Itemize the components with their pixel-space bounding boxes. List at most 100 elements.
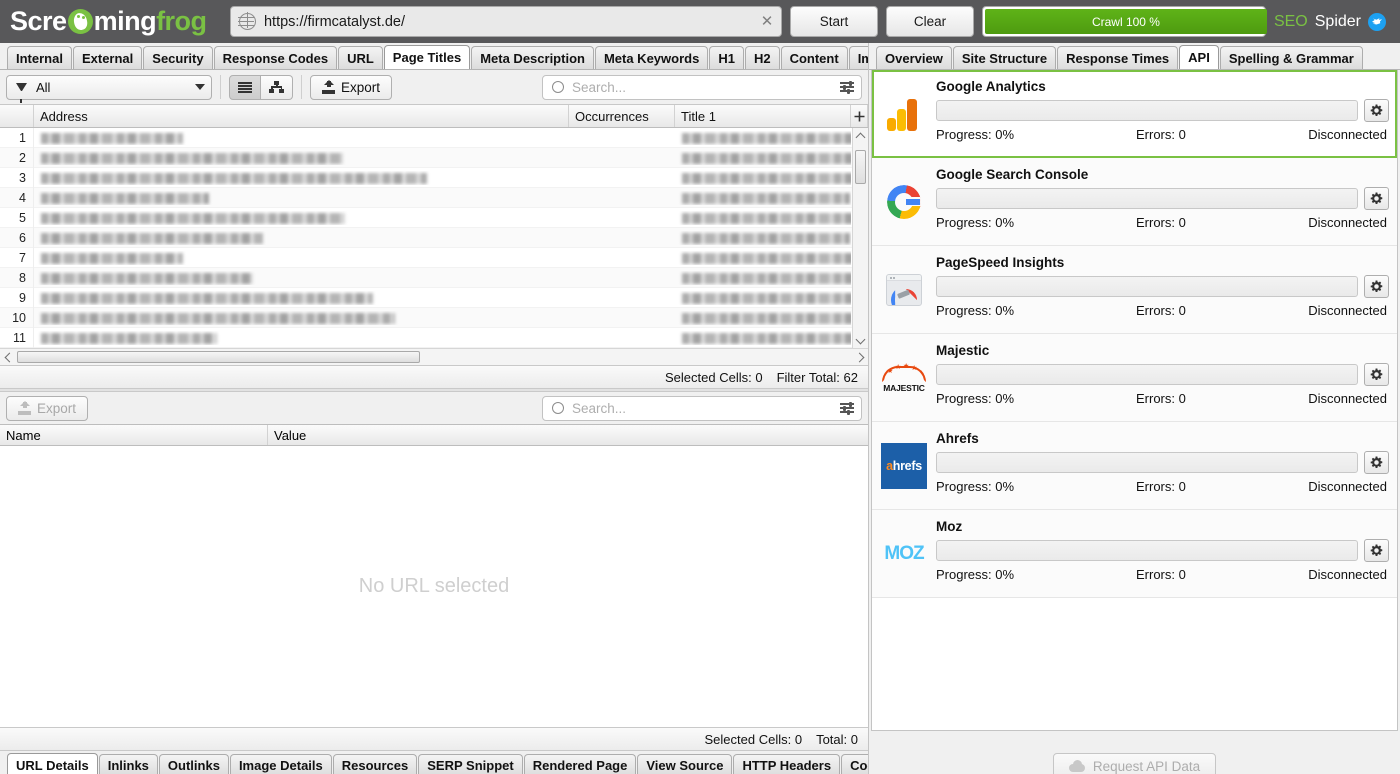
cell-title1[interactable] — [675, 231, 851, 245]
clear-url-icon[interactable]: ✕ — [759, 14, 775, 30]
api-configure-button[interactable] — [1364, 275, 1389, 298]
api-service-row[interactable]: ★★★★MAJESTICMajesticProgress: 0%Errors: … — [872, 334, 1397, 422]
tab-url[interactable]: URL — [338, 46, 383, 69]
api-configure-button[interactable] — [1364, 451, 1389, 474]
tab-meta-description[interactable]: Meta Description — [471, 46, 594, 69]
view-mode-toggle[interactable] — [229, 75, 293, 100]
bottom-tab-outlinks[interactable]: Outlinks — [159, 754, 229, 774]
table-row[interactable]: 8 — [0, 268, 868, 288]
cell-title1[interactable] — [675, 171, 851, 185]
detail-export-button[interactable]: Export — [6, 396, 88, 421]
bottom-tab-view-source[interactable]: View Source — [637, 754, 732, 774]
clear-button[interactable]: Clear — [886, 6, 974, 37]
api-configure-button[interactable] — [1364, 539, 1389, 562]
api-configure-button[interactable] — [1364, 99, 1389, 122]
table-body[interactable]: 1234567891011 — [0, 128, 868, 348]
api-service-row[interactable]: PageSpeed InsightsProgress: 0%Errors: 0D… — [872, 246, 1397, 334]
bottom-tab-rendered-page[interactable]: Rendered Page — [524, 754, 637, 774]
cell-address[interactable] — [34, 251, 569, 265]
table-header-title1[interactable]: Title 1 — [675, 105, 851, 127]
cell-address[interactable] — [34, 311, 569, 325]
search-options-icon[interactable] — [840, 81, 854, 93]
tab-response-codes[interactable]: Response Codes — [214, 46, 337, 69]
bottom-tab-url-details[interactable]: URL Details — [7, 753, 98, 774]
scroll-left-icon[interactable] — [0, 354, 16, 361]
list-view-button[interactable] — [229, 75, 261, 100]
cell-title1[interactable] — [675, 311, 851, 325]
cell-address[interactable] — [34, 131, 569, 145]
bottom-tab-serp-snippet[interactable]: SERP Snippet — [418, 754, 522, 774]
cell-title1[interactable] — [675, 251, 851, 265]
tab-h1[interactable]: H1 — [709, 46, 744, 69]
detail-search-box[interactable]: Search... — [542, 396, 862, 421]
table-row[interactable]: 5 — [0, 208, 868, 228]
table-row[interactable]: 7 — [0, 248, 868, 268]
tab-page-titles[interactable]: Page Titles — [384, 45, 470, 69]
cell-address[interactable] — [34, 191, 569, 205]
cell-address[interactable] — [34, 171, 569, 185]
cell-address[interactable] — [34, 271, 569, 285]
detail-header-value[interactable]: Value — [268, 425, 868, 445]
table-row[interactable]: 9 — [0, 288, 868, 308]
right-tab-site-structure[interactable]: Site Structure — [953, 46, 1056, 69]
right-tab-response-times[interactable]: Response Times — [1057, 46, 1178, 69]
tab-internal[interactable]: Internal — [7, 46, 72, 69]
right-tab-overview[interactable]: Overview — [876, 46, 952, 69]
horizontal-scroll-thumb[interactable] — [17, 351, 420, 363]
tab-ima[interactable]: Ima — [849, 46, 868, 69]
tab-h2[interactable]: H2 — [745, 46, 780, 69]
main-tab-strip[interactable]: InternalExternalSecurityResponse CodesUR… — [0, 43, 868, 70]
cell-title1[interactable] — [675, 211, 851, 225]
table-row[interactable]: 11 — [0, 328, 868, 348]
table-row[interactable]: 3 — [0, 168, 868, 188]
cell-address[interactable] — [34, 231, 569, 245]
bottom-tab-strip[interactable]: URL DetailsInlinksOutlinksImage DetailsR… — [0, 750, 868, 774]
tree-view-button[interactable] — [261, 75, 293, 100]
cell-title1[interactable] — [675, 291, 851, 305]
tab-security[interactable]: Security — [143, 46, 212, 69]
cell-title1[interactable] — [675, 131, 851, 145]
twitter-icon[interactable] — [1368, 13, 1386, 31]
table-row[interactable]: 10 — [0, 308, 868, 328]
api-service-row[interactable]: MOZMozProgress: 0%Errors: 0Disconnected — [872, 510, 1397, 598]
filter-dropdown[interactable]: All — [6, 75, 212, 100]
request-api-data-button[interactable]: Request API Data — [1053, 753, 1216, 774]
api-configure-button[interactable] — [1364, 363, 1389, 386]
api-configure-button[interactable] — [1364, 187, 1389, 210]
table-row[interactable]: 2 — [0, 148, 868, 168]
scroll-down-icon[interactable] — [853, 332, 868, 348]
cell-address[interactable] — [34, 331, 569, 345]
table-vertical-scrollbar[interactable] — [852, 128, 868, 348]
bottom-tab-http-headers[interactable]: HTTP Headers — [733, 754, 840, 774]
vertical-scroll-thumb[interactable] — [855, 150, 866, 184]
start-button[interactable]: Start — [790, 6, 878, 37]
right-tab-spelling-grammar[interactable]: Spelling & Grammar — [1220, 46, 1363, 69]
table-row[interactable]: 4 — [0, 188, 868, 208]
scroll-up-icon[interactable] — [853, 128, 868, 144]
cell-address[interactable] — [34, 211, 569, 225]
table-row[interactable]: 6 — [0, 228, 868, 248]
tab-external[interactable]: External — [73, 46, 142, 69]
table-header-occurrences[interactable]: Occurrences — [569, 105, 675, 127]
cell-title1[interactable] — [675, 271, 851, 285]
right-tab-strip[interactable]: OverviewSite StructureResponse TimesAPIS… — [869, 43, 1400, 70]
search-box[interactable]: Search... — [542, 75, 862, 100]
bottom-tab-resources[interactable]: Resources — [333, 754, 417, 774]
add-column-icon[interactable] — [851, 105, 868, 127]
api-service-list[interactable]: Google AnalyticsProgress: 0%Errors: 0Dis… — [871, 70, 1398, 731]
cell-address[interactable] — [34, 291, 569, 305]
table-row[interactable]: 1 — [0, 128, 868, 148]
url-input-container[interactable]: https://firmcatalyst.de/ ✕ — [230, 6, 782, 37]
bottom-tab-image-details[interactable]: Image Details — [230, 754, 332, 774]
export-button[interactable]: Export — [310, 75, 392, 100]
tab-content[interactable]: Content — [781, 46, 848, 69]
table-header-address[interactable]: Address — [34, 105, 569, 127]
cell-title1[interactable] — [675, 151, 851, 165]
detail-header-name[interactable]: Name — [0, 425, 268, 445]
cell-title1[interactable] — [675, 191, 851, 205]
bottom-tab-coo[interactable]: Coo — [841, 754, 868, 774]
search-input[interactable]: Search... — [572, 80, 832, 95]
table-horizontal-scrollbar[interactable] — [0, 348, 868, 365]
api-service-row[interactable]: Google Search ConsoleProgress: 0%Errors:… — [872, 158, 1397, 246]
cell-title1[interactable] — [675, 331, 851, 345]
